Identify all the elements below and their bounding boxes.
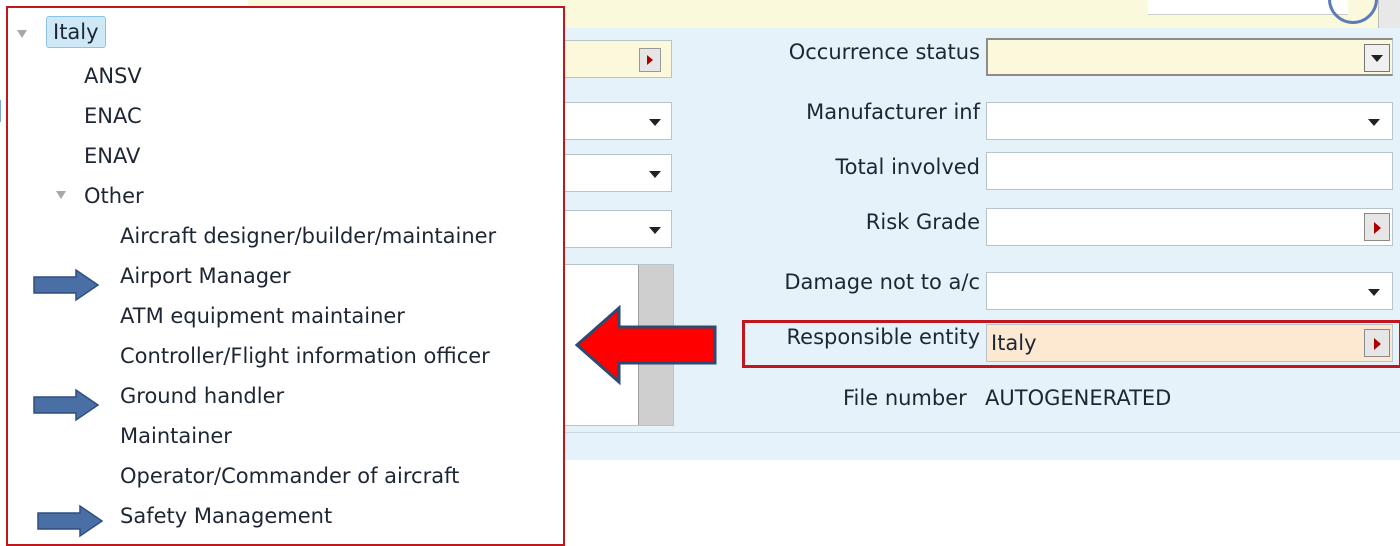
left-select-field-3[interactable]	[560, 210, 672, 248]
chevron-down-icon	[1368, 289, 1380, 296]
total-involved-label: Total involved	[835, 155, 980, 179]
occurrence-status-label: Occurrence status	[788, 40, 980, 64]
risk-grade-field[interactable]	[986, 208, 1393, 246]
responsible-entity-tree-popup: Italy ANSV ENAC ENAV Other Aircraft desi…	[6, 6, 565, 546]
tree-leaf[interactable]: Aircraft designer/builder/maintainer	[120, 224, 496, 248]
damage-field[interactable]	[986, 272, 1393, 310]
total-involved-field[interactable]	[986, 152, 1393, 190]
tree-leaf[interactable]: Maintainer	[120, 424, 232, 448]
risk-grade-arrow-button[interactable]	[1364, 213, 1390, 241]
tree-node-root[interactable]: Italy	[46, 16, 106, 48]
chevron-down-icon	[649, 171, 661, 178]
blue-arrow-icon	[33, 388, 100, 422]
damage-label: Damage not to a/c	[784, 270, 980, 294]
chevron-down-icon	[1368, 119, 1380, 126]
tree-leaf[interactable]: Ground handler	[120, 384, 284, 408]
tree-node[interactable]: ENAC	[84, 104, 142, 128]
manufacturer-label: Manufacturer inf	[806, 100, 980, 124]
risk-grade-label: Risk Grade	[865, 210, 980, 234]
blue-arrow-icon	[33, 268, 100, 302]
tree-leaf[interactable]: ATM equipment maintainer	[120, 304, 405, 328]
chevron-down-icon[interactable]	[1364, 44, 1390, 72]
expand-triangle-icon[interactable]	[56, 191, 66, 199]
tree-leaf[interactable]: Safety Management	[120, 504, 332, 528]
top-white-box	[1148, 0, 1348, 15]
chevron-down-icon	[649, 119, 661, 126]
tree-leaf[interactable]: Operator/Commander of aircraft	[120, 464, 459, 488]
occurrence-status-field[interactable]	[986, 38, 1393, 76]
tree-leaf[interactable]: Controller/Flight information officer	[120, 344, 490, 368]
blue-arrow-icon	[37, 504, 104, 538]
lookup-arrow-button[interactable]	[639, 48, 661, 72]
manufacturer-field[interactable]	[986, 102, 1393, 140]
chevron-down-icon	[649, 227, 661, 234]
left-select-field-2[interactable]	[560, 154, 672, 192]
tree-node[interactable]: ANSV	[84, 64, 142, 88]
top-scrollbar[interactable]	[1378, 0, 1400, 28]
file-number-value: AUTOGENERATED	[985, 386, 1172, 410]
file-number-label: File number	[843, 386, 967, 410]
tree-node-other[interactable]: Other	[84, 184, 144, 208]
left-select-field-1[interactable]	[560, 102, 672, 140]
tree-node[interactable]: ENAV	[84, 144, 140, 168]
left-lookup-field[interactable]	[560, 40, 672, 78]
responsible-entity-highlight	[742, 320, 1400, 368]
tree-leaf[interactable]: Airport Manager	[120, 264, 291, 288]
expand-triangle-icon[interactable]	[17, 30, 27, 38]
red-arrow-icon	[575, 305, 717, 385]
